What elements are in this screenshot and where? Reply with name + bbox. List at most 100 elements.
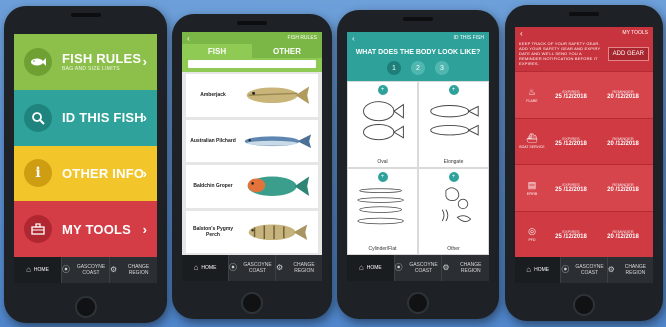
expires-label: EXPIRES: [562, 228, 580, 234]
nav-location[interactable]: ⦿ GASCOYNE COAST: [395, 255, 443, 281]
step-indicator: 1 2 3: [347, 61, 489, 75]
list-item[interactable]: ◎ PFD EXPIRES 25 /12/2018 REMINDER 20 /12/2…: [515, 210, 653, 257]
my-tools-screen: ‹ MY TOOLS KEEP TRACK OF YOUR SAFETY GEA…: [515, 27, 653, 283]
home-icon: ⌂: [193, 263, 199, 272]
menu-subtitle: BAG AND SIZE LIMITS: [62, 66, 120, 73]
question-area: WHAT DOES THE BODY LOOK LIKE? 1 2 3: [347, 44, 489, 81]
list-item[interactable]: Australian Pilchard: [186, 119, 318, 162]
menu-other-info[interactable]: i OTHER INFO ›: [14, 145, 157, 202]
list-item[interactable]: Balston's Pygmy Perch: [186, 210, 318, 253]
bottom-nav: ⌂ HOME ⦿ GASCOYNE COAST ⚙ CHANGE REGION: [14, 257, 157, 283]
menu-id-this-fish[interactable]: ID THIS FISH ›: [14, 89, 157, 146]
reminder-col: REMINDER 20 /12/2018: [597, 182, 649, 193]
zoom-icon[interactable]: +: [377, 85, 388, 95]
add-gear-button[interactable]: ADD GEAR: [607, 46, 649, 61]
nav-change-region[interactable]: ⚙ CHANGE REGION: [608, 257, 653, 283]
tab-other[interactable]: OTHER: [252, 44, 322, 58]
shape-option-elongate[interactable]: + Elongate: [418, 81, 489, 168]
menu-fish-rules[interactable]: FISH RULES BAG AND SIZE LIMITS ›: [14, 34, 157, 90]
other-fish-icon: [441, 187, 472, 222]
zoom-icon[interactable]: +: [448, 172, 459, 182]
step-3[interactable]: 3: [435, 61, 449, 75]
list-item[interactable]: Baldchin Groper: [186, 165, 318, 208]
fish-image: [248, 223, 308, 240]
home-icon: ⌂: [358, 263, 364, 272]
body-shape-grid: + Oval + Elongate + Cylinder/Flat + Othe…: [347, 81, 489, 255]
nav-change-region[interactable]: ⚙ CHANGE REGION: [276, 255, 322, 281]
shape-option-oval[interactable]: + Oval: [347, 81, 418, 168]
list-item[interactable]: Amberjack: [186, 74, 318, 117]
reminder-label: REMINDER: [612, 135, 634, 141]
back-icon[interactable]: ‹: [187, 34, 190, 43]
gear-item-icon: ⛴ BOAT SERVICE: [519, 133, 545, 149]
fish-name: Balston's Pygmy Perch: [192, 225, 234, 238]
nav-label: GASCOYNE COAST: [76, 264, 106, 276]
fish-name: Amberjack: [200, 92, 226, 99]
location-pin-icon: ⦿: [62, 265, 70, 274]
nav-home[interactable]: ⌂ HOME: [515, 257, 562, 283]
back-icon[interactable]: ‹: [520, 29, 523, 38]
boat-icon: ⛴: [526, 133, 538, 144]
screen-title: FISH RULES: [287, 35, 317, 41]
zoom-icon[interactable]: +: [448, 85, 459, 95]
expires-label: EXPIRES: [562, 182, 580, 188]
tab-fish[interactable]: FISH: [182, 44, 252, 58]
expires-col: EXPIRES 25 /12/2018: [545, 89, 597, 100]
gear-name: PFD: [528, 238, 536, 243]
nav-home[interactable]: ⌂ HOME: [14, 257, 62, 283]
nav-location[interactable]: ⦿ GASCOYNE COAST: [561, 257, 608, 283]
menu-tools-text: MY TOOLS: [62, 222, 131, 237]
menu-my-tools[interactable]: MY TOOLS ›: [14, 201, 157, 257]
nav-label: HOME: [366, 265, 382, 271]
menu-title: ID THIS FISH: [62, 110, 144, 126]
expires-col: EXPIRES 25 /12/2018: [545, 229, 597, 240]
step-1[interactable]: 1: [387, 61, 401, 75]
fish-image: [246, 86, 310, 105]
nav-change-region[interactable]: ⚙ CHANGE REGION: [110, 257, 157, 283]
list-item[interactable]: ⛴ BOAT SERVICE EXPIRES 25 /12/2018 REMINDE…: [515, 117, 653, 164]
fish-list: Amberjack Australian Pilchard Baldchin G…: [182, 72, 322, 255]
chevron-right-icon: ›: [142, 54, 147, 70]
back-icon[interactable]: ‹: [352, 34, 355, 43]
menu-fish-rules-text: FISH RULES BAG AND SIZE LIMITS: [62, 51, 141, 72]
chevron-right-icon: ›: [142, 221, 147, 237]
nav-home[interactable]: ⌂ HOME: [182, 255, 229, 281]
top-bar: ‹ ID THIS FISH: [347, 32, 489, 44]
top-bar: ‹ MY TOOLS: [515, 27, 653, 39]
cylinder-fish-icon: [357, 188, 404, 225]
nav-change-region[interactable]: ⚙ CHANGE REGION: [442, 255, 489, 281]
bottom-nav: ⌂ HOME ⦿ GASCOYNE COAST ⚙ CHANGE REGION: [515, 257, 653, 283]
flame-icon: ♨: [527, 86, 537, 97]
phone-speaker: [403, 17, 433, 21]
zoom-icon[interactable]: +: [377, 172, 388, 182]
fish-icon: [24, 47, 52, 76]
nav-home[interactable]: ⌂ HOME: [347, 255, 395, 281]
list-item[interactable]: ♨ FLARE EXPIRES 25 /12/2018 REMINDER 20 /12…: [515, 71, 653, 118]
step-2[interactable]: 2: [411, 61, 425, 75]
shape-label: Oval: [377, 159, 388, 165]
search-icon: [24, 103, 52, 132]
shape-label: Other: [447, 246, 460, 252]
nav-location[interactable]: ⦿ GASCOYNE COAST: [229, 255, 276, 281]
id-fish-screen: ‹ ID THIS FISH WHAT DOES THE BODY LOOK L…: [347, 32, 489, 281]
gear-name: FLARE: [526, 98, 538, 103]
home-screen: FISH RULES BAG AND SIZE LIMITS › ID THIS…: [14, 34, 157, 283]
search-input[interactable]: [188, 60, 316, 68]
nav-label: HOME: [534, 267, 550, 273]
nav-label: CHANGE REGION: [624, 264, 647, 276]
shape-option-other[interactable]: + Other: [418, 168, 489, 255]
reminder-date: 20 /12/2018: [607, 140, 639, 147]
reminder-label: REMINDER: [612, 89, 634, 95]
expires-col: EXPIRES 25 /12/2018: [545, 182, 597, 193]
fish-image: [247, 176, 310, 196]
gear-icon: ⚙: [607, 265, 615, 274]
nav-label: GASCOYNE COAST: [409, 262, 438, 274]
list-item[interactable]: ▤ EPIRB EXPIRES 25 /12/2018 REMINDER 20 /12…: [515, 164, 653, 211]
nav-location[interactable]: ⦿ GASCOYNE COAST: [62, 257, 110, 283]
reminder-date: 20 /12/2018: [607, 187, 639, 194]
intro-text: KEEP TRACK OF YOUR SAFETY GEAR. ADD YOUR…: [519, 41, 601, 66]
screen-title: ID THIS FISH: [453, 35, 484, 41]
toolbox-icon: [24, 215, 52, 244]
phone-home-button: [573, 294, 595, 316]
shape-option-cylinder-flat[interactable]: + Cylinder/Flat: [347, 168, 418, 255]
